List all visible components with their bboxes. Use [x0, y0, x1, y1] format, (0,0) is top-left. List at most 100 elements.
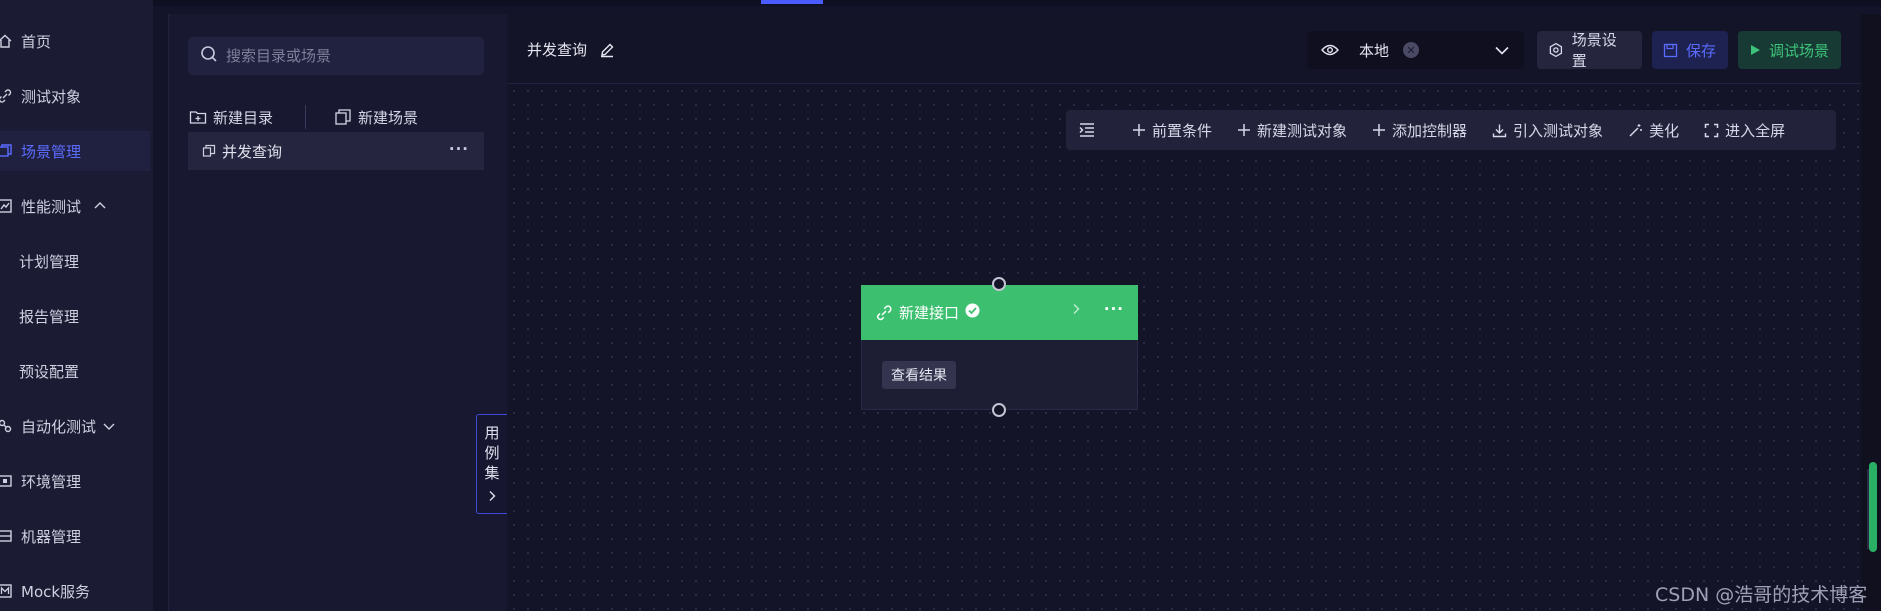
- plus-icon: [1238, 124, 1251, 136]
- folder-plus-icon: [189, 111, 207, 124]
- node-input-port[interactable]: [992, 277, 1006, 291]
- nav-label: 自动化测试: [21, 417, 97, 436]
- chevron-up-icon: [93, 199, 107, 213]
- watermark: CSDN @浩哥的技术博客: [1655, 584, 1868, 606]
- nav-label: 场景管理: [21, 142, 82, 161]
- nav-label: 报告管理: [19, 307, 80, 326]
- environment-select[interactable]: 本地 ✕: [1307, 31, 1524, 69]
- scene-canvas[interactable]: 并发查询 本地 ✕ 场景设置 保存 调试场景 前置条件 新建测试对象 添加控制器…: [507, 14, 1861, 611]
- fullscreen-button[interactable]: 进入全屏: [1704, 120, 1785, 141]
- precondition-label: 前置条件: [1152, 121, 1213, 140]
- page-scrollbar[interactable]: [1861, 14, 1881, 611]
- clear-icon[interactable]: ✕: [1403, 42, 1420, 58]
- nav-item-automation-test[interactable]: 自动化测试: [0, 406, 150, 446]
- nav-item-test-objects[interactable]: 测试对象: [0, 76, 150, 116]
- toggle-outline-button[interactable]: [1078, 122, 1102, 138]
- api-node[interactable]: 新建接口 ··· 查看结果: [861, 277, 1138, 417]
- fullscreen-icon: [1704, 123, 1719, 137]
- link-icon: [877, 304, 892, 320]
- nav-item-scene-management[interactable]: 场景管理: [0, 131, 150, 171]
- view-result-button[interactable]: 查看结果: [882, 361, 956, 389]
- nav-item-environment-management[interactable]: 环境管理: [0, 461, 150, 501]
- scene-icon: [202, 144, 216, 157]
- new-scene-button[interactable]: 新建场景: [334, 107, 418, 128]
- chevron-right-icon: [487, 487, 497, 507]
- machine-icon: [0, 525, 16, 547]
- link-icon: [0, 85, 16, 107]
- tree-item-label: 并发查询: [222, 142, 283, 161]
- more-icon[interactable]: ···: [449, 140, 469, 158]
- mock-icon: [0, 580, 16, 602]
- nav-label: 预设配置: [19, 362, 80, 381]
- nav-item-plan-management[interactable]: 计划管理: [0, 241, 150, 281]
- env-icon: [0, 470, 16, 492]
- debug-label: 调试场景: [1769, 41, 1830, 60]
- new-test-object-label: 新建测试对象: [1257, 121, 1348, 140]
- new-scene-label: 新建场景: [358, 108, 419, 127]
- tree-item-scene[interactable]: 并发查询 ···: [188, 132, 484, 170]
- robot-icon: [0, 415, 16, 437]
- left-nav: 首页 测试对象 场景管理 性能测试 计划管理 报告管理 预设配置 自动化测试 环…: [0, 0, 153, 611]
- more-icon[interactable]: ···: [1104, 300, 1124, 318]
- scene-copy-icon: [335, 109, 351, 125]
- search-input[interactable]: [226, 47, 466, 65]
- nav-item-machine-management[interactable]: 机器管理: [0, 516, 150, 556]
- scene-title: 并发查询: [527, 39, 615, 60]
- nav-item-report-management[interactable]: 报告管理: [0, 296, 150, 336]
- canvas-toolbar: 前置条件 新建测试对象 添加控制器 引入测试对象 美化 进入全屏: [1066, 110, 1836, 150]
- top-strip: [153, 0, 1881, 6]
- nav-item-performance-test[interactable]: 性能测试: [0, 186, 150, 226]
- app-root: 首页 测试对象 场景管理 性能测试 计划管理 报告管理 预设配置 自动化测试 环…: [0, 0, 1881, 611]
- api-node-body: 查看结果: [861, 340, 1138, 410]
- node-output-port[interactable]: [992, 403, 1006, 417]
- magic-wand-icon: [1629, 123, 1643, 137]
- beautify-button[interactable]: 美化: [1628, 120, 1679, 141]
- divider: [305, 105, 307, 129]
- nav-label: Mock服务: [21, 582, 91, 601]
- import-test-object-button[interactable]: 引入测试对象: [1492, 120, 1603, 141]
- tree-search[interactable]: [188, 37, 484, 75]
- save-label: 保存: [1686, 41, 1717, 60]
- case-tab-char: 集: [484, 464, 500, 482]
- scene-header: 并发查询 本地 ✕ 场景设置 保存 调试场景: [507, 14, 1861, 84]
- nav-label: 计划管理: [19, 252, 80, 271]
- nav-item-home[interactable]: 首页: [0, 21, 150, 61]
- environment-value: 本地: [1359, 41, 1390, 60]
- nav-item-mock-service[interactable]: Mock服务: [0, 571, 150, 611]
- scene-title-text: 并发查询: [527, 41, 588, 59]
- add-controller-button[interactable]: 添加控制器: [1372, 120, 1467, 141]
- scene-settings-label: 场景设置: [1571, 31, 1617, 70]
- check-circle-icon: [965, 303, 980, 322]
- case-collection-tab[interactable]: 用 例 集: [476, 414, 507, 514]
- scrollbar-thumb[interactable]: [1869, 462, 1877, 552]
- new-folder-button[interactable]: 新建目录: [189, 107, 273, 128]
- api-node-header[interactable]: 新建接口 ···: [861, 285, 1138, 340]
- tree-actions: 新建目录 新建场景: [189, 102, 418, 132]
- precondition-button[interactable]: 前置条件: [1132, 120, 1212, 141]
- new-test-object-button[interactable]: 新建测试对象: [1237, 120, 1347, 141]
- plus-icon: [1373, 124, 1386, 136]
- nav-label: 首页: [21, 32, 52, 51]
- active-tab-indicator: [761, 0, 823, 4]
- eye-icon[interactable]: [1321, 43, 1339, 57]
- chevron-right-icon[interactable]: [1071, 303, 1081, 319]
- play-icon: [1751, 45, 1760, 55]
- save-icon: [1663, 43, 1678, 57]
- download-icon: [1492, 124, 1507, 137]
- chevron-down-icon: [102, 419, 116, 433]
- save-button[interactable]: 保存: [1652, 31, 1728, 69]
- scene-settings-button[interactable]: 场景设置: [1537, 31, 1642, 70]
- chevron-down-icon: [1494, 42, 1510, 62]
- scene-tree-panel: 新建目录 新建场景 并发查询 ···: [168, 14, 507, 611]
- case-tab-char: 用: [484, 424, 500, 442]
- fullscreen-label: 进入全屏: [1725, 121, 1786, 140]
- new-folder-label: 新建目录: [213, 108, 274, 127]
- debug-scene-button[interactable]: 调试场景: [1738, 31, 1841, 69]
- edit-icon[interactable]: [599, 42, 615, 58]
- scene-icon: [0, 140, 16, 162]
- beautify-label: 美化: [1649, 121, 1680, 140]
- home-icon: [0, 30, 16, 52]
- api-node-title: 新建接口: [899, 304, 960, 322]
- nav-label: 机器管理: [21, 527, 82, 546]
- nav-item-preset-config[interactable]: 预设配置: [0, 351, 150, 391]
